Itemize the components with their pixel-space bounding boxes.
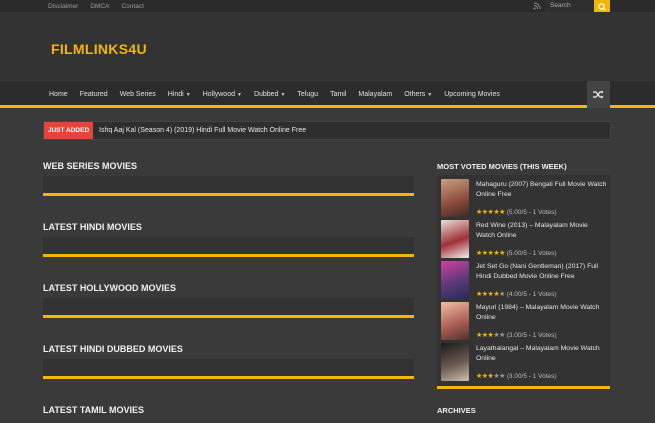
movie-thumbnail[interactable] [441, 302, 469, 340]
section-content [43, 176, 414, 196]
nav-item-web-series[interactable]: Web Series [114, 91, 162, 98]
section-tamil: LATEST TAMIL MOVIES [43, 404, 414, 416]
section-content [43, 359, 414, 379]
section-title[interactable]: WEB SERIES MOVIES [43, 160, 414, 172]
most-voted-list: Mahaguru (2007) Bengali Full Movie Watch… [437, 175, 610, 389]
movie-rating: ★★★★★ (3.00/5 - 1 Votes) [476, 373, 557, 380]
top-link-contact[interactable]: Contact [121, 3, 143, 10]
nav-item-home[interactable]: Home [43, 91, 74, 98]
movie-title[interactable]: Layathalangal – Malayalam Movie Watch On… [476, 344, 608, 364]
nav-item-tamil[interactable]: Tamil [324, 91, 352, 98]
section-hindi: LATEST HINDI MOVIES [43, 221, 414, 257]
movie-thumbnail[interactable] [441, 261, 469, 299]
movie-thumbnail[interactable] [441, 343, 469, 381]
top-bar: Disclaimer DMCA Contact Search [0, 0, 655, 12]
caret-down-icon: ▼ [427, 91, 433, 98]
nav-item-telugu[interactable]: Telugu [291, 91, 324, 98]
list-item[interactable]: Jet Set Go (Nani Gentleman) (2017) Full … [437, 261, 610, 302]
rss-icon[interactable] [533, 2, 541, 10]
caret-down-icon: ▼ [185, 91, 191, 98]
section-title[interactable]: LATEST HOLLYWOOD MOVIES [43, 282, 414, 294]
ticker-link[interactable]: Ishq Aaj Kal (Season 4) (2019) Hindi Ful… [99, 122, 306, 139]
section-hollywood: LATEST HOLLYWOOD MOVIES [43, 282, 414, 318]
list-item[interactable]: Red Wine (2013) – Malayalam Movie Watch … [437, 220, 610, 261]
site-logo[interactable]: FILMLINKS4U [51, 41, 147, 57]
movie-title[interactable]: Mahaguru (2007) Bengali Full Movie Watch… [476, 180, 608, 200]
sidebar-title: MOST VOTED MOVIES (THIS WEEK) [437, 162, 567, 171]
movie-title[interactable]: Mayuri (1984) – Malayalam Movie Watch On… [476, 303, 608, 323]
movie-rating: ★★★★★ (3.00/5 - 1 Votes) [476, 332, 557, 339]
list-item[interactable]: Mahaguru (2007) Bengali Full Movie Watch… [437, 179, 610, 220]
section-content [43, 298, 414, 318]
movie-thumbnail[interactable] [441, 220, 469, 258]
movie-rating: ★★★★★ (5.00/5 - 1 Votes) [476, 250, 557, 257]
star-rating-icon: ★★★★★ [476, 332, 505, 339]
search-input[interactable]: Search [545, 0, 593, 12]
section-title[interactable]: LATEST HINDI MOVIES [43, 221, 414, 233]
section-web-series: WEB SERIES MOVIES [43, 160, 414, 196]
breaking-news-ticker: JUST ADDED Ishq Aaj Kal (Season 4) (2019… [43, 121, 611, 140]
section-hindi-dubbed: LATEST HINDI DUBBED MOVIES [43, 343, 414, 379]
random-post-button[interactable] [587, 81, 610, 108]
shuffle-icon [593, 90, 604, 99]
list-item[interactable]: Layathalangal – Malayalam Movie Watch On… [437, 343, 610, 384]
caret-down-icon: ▼ [236, 91, 242, 98]
nav-item-upcoming[interactable]: Upcoming Movies [438, 91, 506, 98]
top-link-dmca[interactable]: DMCA [90, 3, 109, 10]
top-link-disclaimer[interactable]: Disclaimer [48, 3, 78, 10]
just-added-badge: JUST ADDED [44, 122, 93, 139]
archives-title: ARCHIVES [437, 406, 476, 415]
nav-item-featured[interactable]: Featured [74, 91, 114, 98]
star-rating-icon: ★★★★★ [476, 209, 505, 216]
star-rating-icon: ★★★★★ [476, 373, 505, 380]
movie-thumbnail[interactable] [441, 179, 469, 217]
nav-item-others[interactable]: Others ▼ [398, 91, 438, 98]
star-rating-icon: ★★★★★ [476, 291, 505, 298]
nav-item-dubbed[interactable]: Dubbed ▼ [248, 91, 291, 98]
movie-title[interactable]: Red Wine (2013) – Malayalam Movie Watch … [476, 221, 608, 241]
nav-item-malayalam[interactable]: Malayalam [352, 91, 398, 98]
movie-rating: ★★★★★ (4.00/5 - 1 Votes) [476, 291, 557, 298]
main-nav: Home Featured Web Series Hindi ▼ Hollywoo… [0, 81, 655, 108]
nav-item-hollywood[interactable]: Hollywood ▼ [197, 91, 248, 98]
search-button[interactable] [594, 0, 610, 12]
caret-down-icon: ▼ [280, 91, 286, 98]
list-item[interactable]: Mayuri (1984) – Malayalam Movie Watch On… [437, 302, 610, 343]
star-rating-icon: ★★★★★ [476, 250, 505, 257]
section-title[interactable]: LATEST HINDI DUBBED MOVIES [43, 343, 414, 355]
top-links: Disclaimer DMCA Contact [48, 0, 144, 12]
movie-title[interactable]: Jet Set Go (Nani Gentleman) (2017) Full … [476, 262, 608, 282]
nav-item-hindi[interactable]: Hindi ▼ [162, 91, 197, 98]
section-content [43, 237, 414, 257]
movie-rating: ★★★★★ (5.00/5 - 1 Votes) [476, 209, 557, 216]
section-title[interactable]: LATEST TAMIL MOVIES [43, 404, 414, 416]
